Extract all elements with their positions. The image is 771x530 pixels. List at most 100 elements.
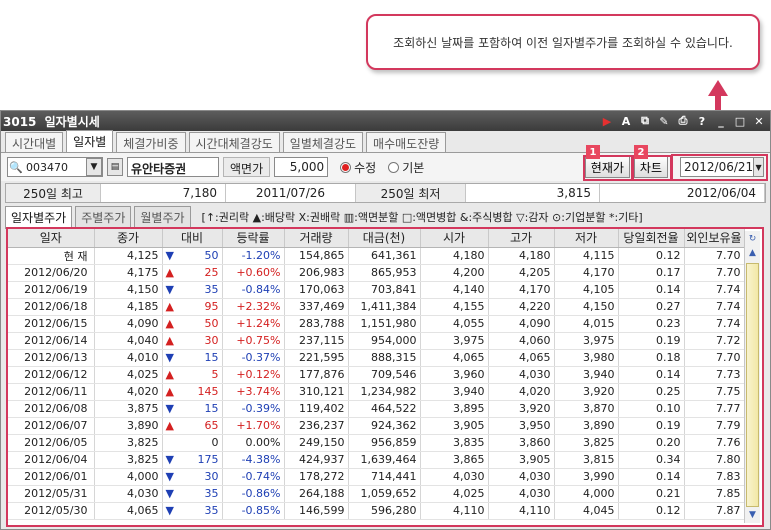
chevron-down-icon[interactable]: ▼: [86, 158, 102, 176]
cell-high: 4,020: [488, 383, 555, 401]
table-row[interactable]: 2012/06/13 4,010 ▼ 15 -0.37% 221,595 888,315 4,…: [8, 349, 745, 367]
column-header[interactable]: 고가: [488, 229, 555, 248]
table-row[interactable]: 2012/06/07 3,890 ▲ 65 +1.70% 236,237 924,362 3,…: [8, 417, 745, 435]
cell-vol: 206,983: [284, 264, 349, 282]
face-value-label: 액면가: [223, 157, 271, 177]
tab-monthly-price[interactable]: 월별주가: [134, 205, 191, 229]
cell-chg: ▲ 95: [162, 298, 223, 316]
tab-daily-price[interactable]: 일자별주가: [5, 205, 73, 229]
pin-icon[interactable]: ✎: [656, 113, 672, 129]
cell-rate: -0.84%: [222, 281, 285, 299]
cell-amt: 641,361: [348, 247, 421, 265]
table-row[interactable]: 현 재 4,125 ▼ 50 -1.20% 154,865 641,361 4,180 4,18…: [8, 247, 745, 265]
scrollbar[interactable]: ↻ ▲ ▼: [744, 231, 760, 523]
stock-code-input[interactable]: 🔍 003470 ▼: [7, 157, 103, 177]
table-row[interactable]: 2012/06/18 4,185 ▲ 95 +2.32% 337,469 1,411,384…: [8, 298, 745, 316]
column-header[interactable]: 종가: [94, 229, 163, 248]
cell-vol: 310,121: [284, 383, 349, 401]
refresh-icon[interactable]: ↻: [746, 233, 759, 245]
cell-low: 3,825: [554, 434, 619, 452]
cell-date: 현 재: [8, 247, 95, 265]
tab-order-book[interactable]: 매수매도잔량: [366, 132, 447, 152]
cell-high: 4,220: [488, 298, 555, 316]
cell-foreign: 7.70: [684, 349, 745, 367]
cell-high: 3,860: [488, 434, 555, 452]
low-value: 3,815: [466, 184, 600, 202]
table-row[interactable]: 2012/06/20 4,175 ▲ 25 +0.60% 206,983 865,953 4,…: [8, 264, 745, 282]
column-header[interactable]: 대비: [162, 229, 223, 248]
tab-time-strength[interactable]: 시간대체결강도: [188, 132, 280, 152]
table-row[interactable]: 2012/06/01 4,000 ▼ 30 -0.74% 178,272 714,441 4,…: [8, 468, 745, 486]
table-row[interactable]: 2012/06/11 4,020 ▲ 145 +3.74% 310,121 1,234,98…: [8, 383, 745, 401]
table-row[interactable]: 2012/06/04 3,825 ▼ 175 -4.38% 424,937 1,639,46…: [8, 451, 745, 469]
cell-chg: ▼ 35: [162, 485, 223, 503]
tab-weekly-price[interactable]: 주별주가: [75, 205, 132, 229]
table-row[interactable]: 2012/06/15 4,090 ▲ 50 +1.24% 283,788 1,151,980…: [8, 315, 745, 333]
cell-foreign: 7.72: [684, 332, 745, 350]
cell-rate: +0.60%: [222, 264, 285, 282]
table-row[interactable]: 2012/06/08 3,875 ▼ 15 -0.39% 119,402 464,522 3,…: [8, 400, 745, 418]
copy-icon[interactable]: ⧉: [637, 113, 653, 129]
main-tabs: 시간대별 일자별 체결가비중 시간대체결강도 일별체결강도 매수매도잔량: [1, 130, 770, 153]
column-header[interactable]: 일자: [8, 229, 95, 248]
tab-time[interactable]: 시간대별: [5, 132, 64, 152]
price-table: 일자 종가 대비 등락률 거래량 대금(천) 시가 고가 저가 당일회전율 외인보유율 현 재 4,1…: [8, 229, 745, 520]
cell-foreign: 7.76: [684, 434, 745, 452]
stock-list-icon[interactable]: ▤: [107, 158, 123, 176]
table-row[interactable]: 2012/06/05 3,825 0 0.00% 249,150 956,859 3,835…: [8, 434, 745, 452]
cell-date: 2012/06/08: [8, 400, 95, 418]
cell-foreign: 7.77: [684, 400, 745, 418]
high-date: 2011/07/26: [226, 184, 356, 202]
up-arrow-icon: ▲: [165, 317, 174, 330]
table-row[interactable]: 2012/06/14 4,040 ▲ 30 +0.75% 237,115 954,000 3,…: [8, 332, 745, 350]
table-row[interactable]: 2012/06/12 4,025 ▲ 5 +0.12% 177,876 709,546 3,9…: [8, 366, 745, 384]
help-icon[interactable]: ?: [694, 113, 710, 129]
column-header[interactable]: 당일회전율: [618, 229, 685, 248]
cell-amt: 1,059,652: [348, 485, 421, 503]
column-header[interactable]: 시가: [420, 229, 489, 248]
table-row[interactable]: 2012/06/19 4,150 ▼ 35 -0.84% 170,063 703,841 4,…: [8, 281, 745, 299]
cell-rate: -4.38%: [222, 451, 285, 469]
tab-trade-weight[interactable]: 체결가비중: [116, 132, 186, 152]
up-arrow-icon: ▲: [165, 368, 174, 381]
cell-amt: 1,639,464: [348, 451, 421, 469]
tab-daily[interactable]: 일자별: [66, 130, 114, 152]
minimize-icon[interactable]: _: [713, 113, 729, 129]
radio-modified[interactable]: 수정: [340, 159, 376, 176]
cell-close: 4,030: [94, 485, 163, 503]
column-header[interactable]: 저가: [554, 229, 619, 248]
scroll-up-icon[interactable]: ▲: [746, 247, 759, 259]
column-header[interactable]: 거래량: [284, 229, 349, 248]
cell-high: 3,950: [488, 417, 555, 435]
play-icon[interactable]: ▶: [599, 113, 615, 129]
radio-dot[interactable]: [388, 161, 400, 173]
scroll-thumb[interactable]: [746, 263, 759, 507]
table-row[interactable]: 2012/05/30 4,065 ▼ 35 -0.85% 146,599 596,280 4,…: [8, 502, 745, 520]
cell-amt: 865,953: [348, 264, 421, 282]
table-row[interactable]: 2012/05/31 4,030 ▼ 35 -0.86% 264,188 1,059,652…: [8, 485, 745, 503]
font-icon[interactable]: A: [618, 113, 634, 129]
cell-vol: 170,063: [284, 281, 349, 299]
cell-amt: 714,441: [348, 468, 421, 486]
close-icon[interactable]: ✕: [751, 113, 767, 129]
scroll-down-icon[interactable]: ▼: [746, 509, 759, 521]
maximize-icon[interactable]: □: [732, 113, 748, 129]
radio-basic[interactable]: 기본: [388, 159, 424, 176]
cell-date: 2012/06/07: [8, 417, 95, 435]
column-header[interactable]: 외인보유율: [684, 229, 745, 248]
cell-rate: -0.86%: [222, 485, 285, 503]
print-icon[interactable]: ⎙: [675, 113, 691, 129]
search-icon[interactable]: 🔍: [8, 161, 24, 174]
cell-low: 3,975: [554, 332, 619, 350]
cell-foreign: 7.85: [684, 485, 745, 503]
cell-rate: +3.74%: [222, 383, 285, 401]
tab-daily-strength[interactable]: 일별체결강도: [282, 132, 364, 152]
cell-chg: ▼ 175: [162, 451, 223, 469]
down-arrow-icon: ▼: [165, 487, 174, 500]
cell-low: 4,115: [554, 247, 619, 265]
column-header[interactable]: 등락률: [222, 229, 285, 248]
table-header: 일자 종가 대비 등락률 거래량 대금(천) 시가 고가 저가 당일회전율 외인보유율: [8, 229, 745, 248]
radio-dot-selected[interactable]: [340, 161, 352, 173]
cell-rate: +1.24%: [222, 315, 285, 333]
column-header[interactable]: 대금(천): [348, 229, 421, 248]
